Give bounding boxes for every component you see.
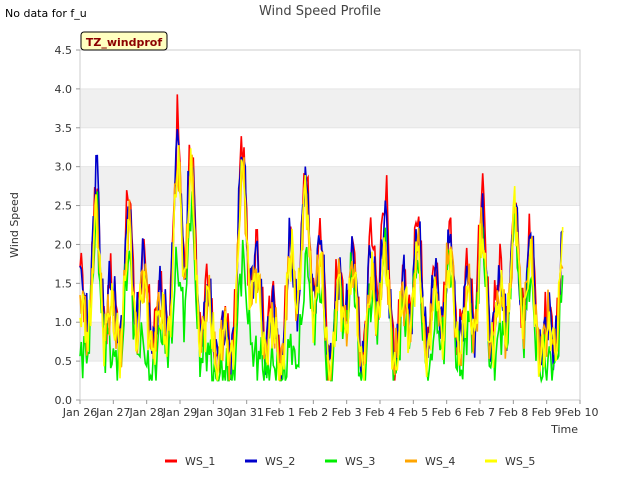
legend-label: WS_4 [425, 455, 455, 468]
x-tick-label: Feb 4 [365, 406, 395, 419]
x-tick-label: Jan 27 [95, 406, 130, 419]
y-tick-label: 0.5 [55, 355, 73, 368]
site-label: TZ_windprof [86, 36, 162, 49]
x-tick-label: Jan 26 [62, 406, 97, 419]
x-tick-label: Feb 9 [532, 406, 562, 419]
x-axis-label: Time [550, 423, 578, 436]
grid-band [80, 244, 580, 284]
y-tick-label: 2.5 [55, 200, 73, 213]
y-tick-label: 2.0 [55, 238, 73, 251]
x-axis: Jan 26Jan 27Jan 28Jan 29Jan 30Jan 31 Feb … [62, 400, 599, 419]
y-tick-label: 4.5 [55, 44, 73, 57]
y-axis-label: Wind Speed [8, 192, 21, 258]
chart-title: Wind Speed Profile [259, 4, 381, 19]
x-tick-label: Feb 8 [498, 406, 528, 419]
wind-speed-chart: 0.00.51.01.52.02.53.03.54.04.5 Jan 26Jan… [8, 4, 599, 468]
x-tick-label: Feb 3 [332, 406, 362, 419]
x-tick-label: Feb 6 [432, 406, 462, 419]
x-tick-label: Feb 2 [298, 406, 328, 419]
y-axis: 0.00.51.01.52.02.53.03.54.04.5 [55, 44, 80, 407]
x-tick-label: Jan 29 [162, 406, 197, 419]
site-label-box: TZ_windprof [80, 31, 168, 51]
grid-band [80, 166, 580, 206]
legend-label: WS_3 [345, 455, 375, 468]
legend-label: WS_2 [265, 455, 295, 468]
y-tick-label: 3.0 [55, 161, 73, 174]
legend: WS_1 WS_2 WS_3 WS_4 WS_5 [165, 455, 535, 468]
y-tick-label: 4.0 [55, 83, 73, 96]
x-tick-label: Feb 7 [465, 406, 495, 419]
y-tick-label: 1.0 [55, 316, 73, 329]
x-tick-label: Jan 31 [228, 406, 263, 419]
y-tick-label: 3.5 [55, 122, 73, 135]
x-tick-label: Feb 1 [265, 406, 295, 419]
x-tick-label: Jan 30 [195, 406, 230, 419]
legend-label: WS_5 [505, 455, 535, 468]
legend-label: WS_1 [185, 455, 215, 468]
x-tick-label: Feb 5 [398, 406, 428, 419]
grid-band [80, 88, 580, 128]
x-tick-label: Feb 10 [562, 406, 599, 419]
y-tick-label: 1.5 [55, 277, 73, 290]
x-tick-label: Jan 28 [128, 406, 163, 419]
